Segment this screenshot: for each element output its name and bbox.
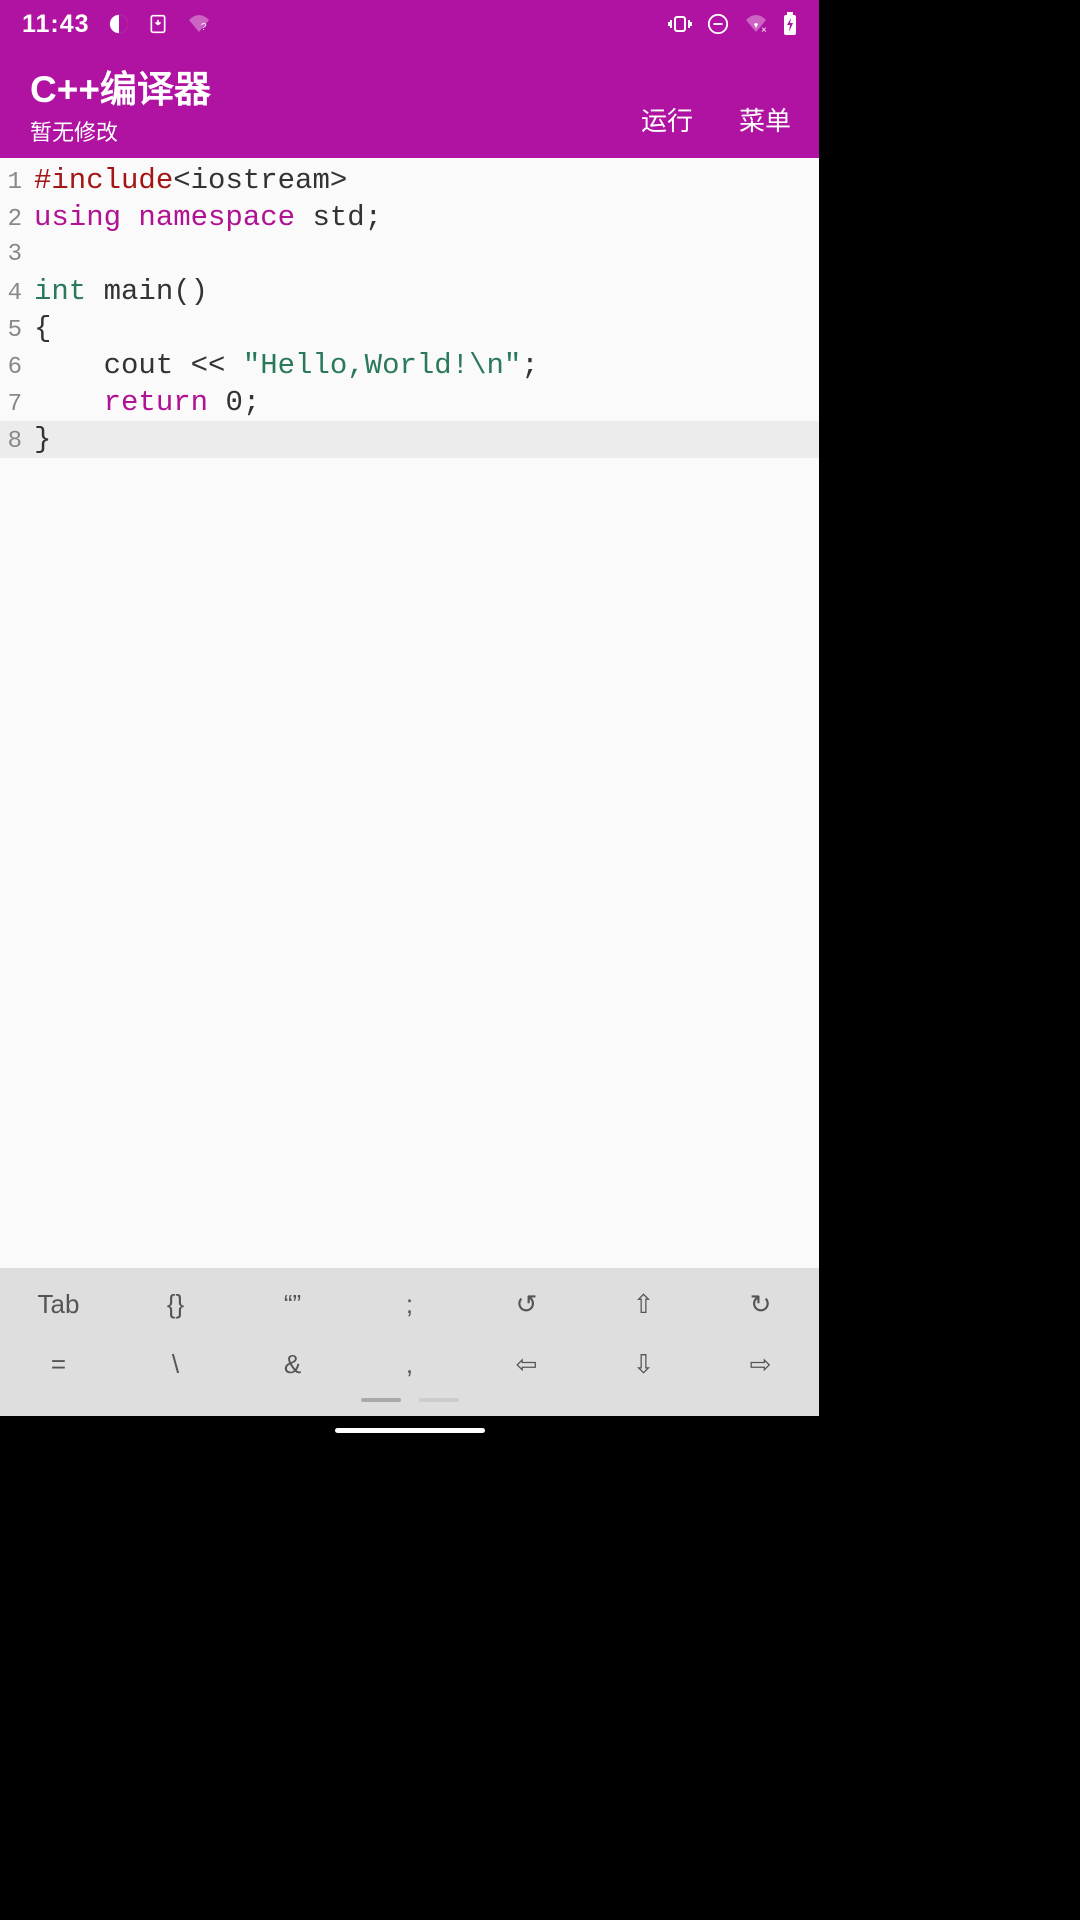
- battery-charging-icon: [783, 12, 797, 36]
- symbol-key-arrow-down-icon[interactable]: ⇩: [585, 1334, 702, 1394]
- symbol-key-undo-icon[interactable]: ↺: [468, 1274, 585, 1334]
- symbol-key-arrow-up-icon[interactable]: ⇧: [585, 1274, 702, 1334]
- navigation-bar: [0, 1416, 819, 1444]
- symbol-row-2: =\&,⇦⇩⇨: [0, 1334, 819, 1394]
- code-content[interactable]: return 0;: [28, 384, 260, 421]
- page-dot-active: [361, 1398, 401, 1402]
- status-right: ×: [667, 12, 797, 36]
- code-line[interactable]: 6 cout << "Hello,World!\n";: [0, 347, 819, 384]
- symbol-key[interactable]: “”: [234, 1274, 351, 1334]
- code-content[interactable]: cout << "Hello,World!\n";: [28, 347, 539, 384]
- code-content[interactable]: #include<iostream>: [28, 162, 347, 199]
- menu-button[interactable]: 菜单: [739, 101, 791, 138]
- line-number: 5: [0, 312, 28, 349]
- code-content[interactable]: }: [28, 421, 51, 458]
- symbol-row-1: Tab{}“”;↺⇧↻: [0, 1274, 819, 1334]
- app-title: C++编译器: [30, 59, 211, 113]
- code-line[interactable]: 8}: [0, 421, 819, 458]
- line-number: 3: [0, 236, 28, 273]
- symbol-key-redo-icon[interactable]: ↻: [702, 1274, 819, 1334]
- header-right: 运行 菜单: [641, 48, 791, 158]
- symbol-key[interactable]: &: [234, 1334, 351, 1394]
- app-subtitle: 暂无修改: [30, 115, 211, 147]
- code-content[interactable]: int main(): [28, 273, 208, 310]
- line-number: 7: [0, 386, 28, 423]
- code-editor[interactable]: 1#include<iostream>2using namespace std;…: [0, 158, 819, 1268]
- status-bar: 11:43 ? ×: [0, 0, 819, 48]
- line-number: 8: [0, 423, 28, 460]
- page-indicator: [0, 1394, 819, 1402]
- svg-text:×: ×: [761, 25, 767, 34]
- header-left: C++编译器 暂无修改: [30, 59, 211, 147]
- symbol-key-arrow-right-icon[interactable]: ⇨: [702, 1334, 819, 1394]
- code-line[interactable]: 2using namespace std;: [0, 199, 819, 236]
- code-content[interactable]: {: [28, 310, 51, 347]
- wifi-question-icon: ?: [186, 14, 212, 34]
- code-line[interactable]: 5{: [0, 310, 819, 347]
- code-line[interactable]: 3: [0, 236, 819, 273]
- status-time: 11:43: [22, 10, 90, 39]
- code-line[interactable]: 1#include<iostream>: [0, 162, 819, 199]
- home-indicator[interactable]: [335, 1428, 485, 1433]
- run-button[interactable]: 运行: [641, 101, 693, 138]
- symbol-key-arrow-left-icon[interactable]: ⇦: [468, 1334, 585, 1394]
- symbol-key[interactable]: Tab: [0, 1274, 117, 1334]
- code-line[interactable]: 7 return 0;: [0, 384, 819, 421]
- wifi-off-icon: ×: [743, 14, 769, 34]
- line-number: 4: [0, 275, 28, 312]
- line-number: 1: [0, 164, 28, 201]
- symbol-key[interactable]: {}: [117, 1274, 234, 1334]
- code-line[interactable]: 4int main(): [0, 273, 819, 310]
- dnd-icon: [707, 13, 729, 35]
- status-left: 11:43 ?: [22, 10, 212, 39]
- line-number: 2: [0, 201, 28, 238]
- svg-text:?: ?: [201, 22, 207, 33]
- vibrate-icon: [667, 14, 693, 34]
- contrast-icon: [108, 13, 130, 35]
- line-number: 6: [0, 349, 28, 386]
- symbol-toolbar: Tab{}“”;↺⇧↻ =\&,⇦⇩⇨: [0, 1268, 819, 1416]
- symbol-key[interactable]: ,: [351, 1334, 468, 1394]
- symbol-key[interactable]: =: [0, 1334, 117, 1394]
- symbol-key[interactable]: \: [117, 1334, 234, 1394]
- symbol-key[interactable]: ;: [351, 1274, 468, 1334]
- page-dot-inactive: [419, 1398, 459, 1402]
- download-icon: [148, 13, 168, 35]
- app-header: C++编译器 暂无修改 运行 菜单: [0, 48, 819, 158]
- code-content[interactable]: using namespace std;: [28, 199, 382, 236]
